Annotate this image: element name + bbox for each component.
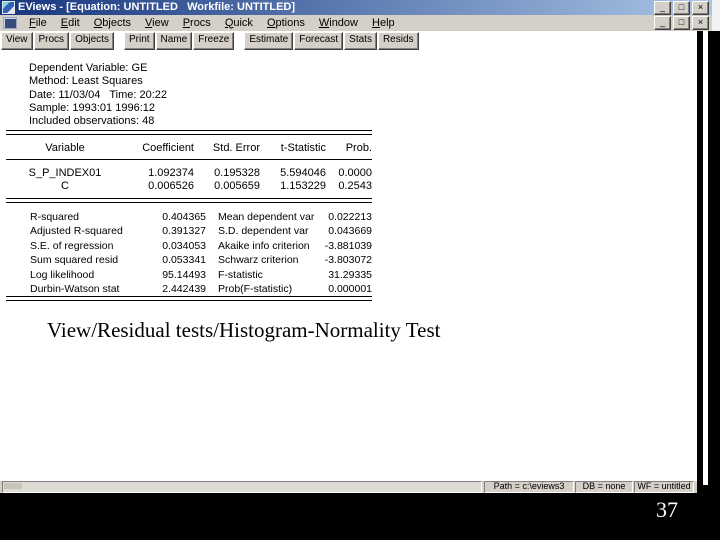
- stat-value: 2.442439: [162, 283, 206, 295]
- stat-value: -3.881039: [324, 240, 372, 252]
- table-rule: [6, 159, 372, 160]
- stat-value: 0.022213: [328, 211, 372, 223]
- menu-view[interactable]: View: [138, 16, 176, 31]
- close-icon[interactable]: ×: [692, 0, 709, 15]
- menu-options[interactable]: Options: [260, 16, 312, 31]
- table-rule: [6, 296, 372, 301]
- view-button[interactable]: View: [1, 32, 33, 50]
- page-number: 37: [656, 497, 678, 522]
- dependent-variable-line: Dependent Variable: GE: [29, 62, 148, 74]
- slide-bottom-band: [0, 493, 720, 540]
- stat-value: -3.803072: [324, 254, 372, 266]
- t-statistic-cell: 1.153229: [280, 180, 326, 192]
- coefficient-cell: 1.092374: [148, 167, 194, 179]
- equation-toolbar: View Procs Objects Print Name Freeze Est…: [0, 31, 697, 51]
- menu-window[interactable]: Window: [312, 16, 365, 31]
- stat-value: 0.391327: [162, 225, 206, 237]
- child-minimize-icon[interactable]: _: [654, 16, 671, 30]
- menu-objects[interactable]: Objects: [87, 16, 138, 31]
- procs-button[interactable]: Procs: [33, 32, 70, 50]
- stats-row: Durbin-Watson stat 2.442439 Prob(F-stati…: [6, 283, 372, 296]
- menu-procs[interactable]: Procs: [176, 16, 218, 31]
- std-error-cell: 0.195328: [214, 167, 260, 179]
- estimate-button[interactable]: Estimate: [244, 32, 294, 50]
- freeze-button[interactable]: Freeze: [193, 32, 235, 50]
- stats-row: Log likelihood 95.14493 F-statistic 31.2…: [6, 269, 372, 282]
- table-row: C 0.006526 0.005659 1.153229 0.2543: [6, 180, 372, 193]
- status-wf-panel: WF = untitled: [634, 481, 694, 493]
- child-restore-icon[interactable]: □: [673, 16, 690, 30]
- stat-value: 0.404365: [162, 211, 206, 223]
- column-header: Prob.: [345, 142, 372, 154]
- stat-value: 0.000001: [328, 283, 372, 295]
- slide: EViews - [Equation: UNTITLED Workfile: U…: [0, 0, 720, 540]
- restore-icon[interactable]: □: [673, 0, 690, 15]
- menu-help[interactable]: Help: [365, 16, 402, 31]
- coef-table-header: Variable Coefficient Std. Error t-Statis…: [6, 142, 372, 155]
- method-line: Method: Least Squares: [29, 75, 143, 87]
- table-rule: [6, 198, 372, 203]
- table-row: S_P_INDEX01 1.092374 0.195328 5.594046 0…: [6, 167, 372, 180]
- child-window-controls: _ □ ×: [654, 16, 712, 30]
- t-statistic-cell: 5.594046: [280, 167, 326, 179]
- child-window-icon[interactable]: [3, 17, 17, 29]
- menu-edit[interactable]: Edit: [54, 16, 87, 31]
- prob-cell: 0.0000: [338, 167, 372, 179]
- right-edge-artifact: [703, 31, 708, 485]
- menu-file[interactable]: File: [22, 16, 54, 31]
- prob-cell: 0.2543: [338, 180, 372, 192]
- stat-value: 0.034053: [162, 240, 206, 252]
- stat-value: 95.14493: [162, 269, 206, 281]
- command-area-chip: [4, 483, 22, 489]
- minimize-icon[interactable]: _: [654, 0, 671, 15]
- objects-button[interactable]: Objects: [70, 32, 114, 50]
- std-error-cell: 0.005659: [214, 180, 260, 192]
- command-input-area[interactable]: [2, 481, 482, 493]
- print-button[interactable]: Print: [123, 32, 155, 50]
- variable-cell: C: [61, 180, 69, 192]
- eviews-app-icon[interactable]: [2, 1, 15, 14]
- column-header: Std. Error: [212, 142, 260, 154]
- slide-caption: View/Residual tests/Histogram-Normality …: [47, 318, 441, 342]
- title-bar: EViews - [Equation: UNTITLED Workfile: U…: [0, 0, 712, 15]
- column-header: Variable: [45, 142, 85, 154]
- stat-value: 31.29335: [328, 269, 372, 281]
- observations-line: Included observations: 48: [29, 115, 155, 127]
- stats-row: Adjusted R-squared 0.391327 S.D. depende…: [6, 225, 372, 238]
- top-right-sliver: [712, 0, 720, 31]
- stats-button[interactable]: Stats: [344, 32, 377, 50]
- column-header: t-Statistic: [280, 142, 326, 154]
- status-path-panel: Path = c:\eviews3: [484, 481, 574, 493]
- right-black-strip: [697, 31, 720, 493]
- window-controls: _ □ ×: [654, 0, 712, 15]
- status-db-panel: DB = none: [575, 481, 633, 493]
- stat-value: 0.053341: [162, 254, 206, 266]
- menu-quick[interactable]: Quick: [218, 16, 260, 31]
- child-close-icon[interactable]: ×: [692, 16, 709, 30]
- date-time-line: Date: 11/03/04 Time: 20:22: [29, 89, 167, 101]
- variable-cell: S_P_INDEX01: [28, 167, 102, 179]
- window-title: EViews - [Equation: UNTITLED Workfile: U…: [18, 1, 296, 13]
- column-header: Coefficient: [142, 142, 194, 154]
- coefficient-cell: 0.006526: [148, 180, 194, 192]
- forecast-button[interactable]: Forecast: [294, 32, 344, 50]
- stats-row: Sum squared resid 0.053341 Schwarz crite…: [6, 254, 372, 267]
- table-rule: [6, 130, 372, 135]
- stats-row: R-squared 0.404365 Mean dependent var 0.…: [6, 211, 372, 224]
- stats-row: S.E. of regression 0.034053 Akaike info …: [6, 240, 372, 253]
- resids-button[interactable]: Resids: [377, 32, 419, 50]
- menu-bar: File Edit Objects View Procs Quick Optio…: [0, 15, 712, 31]
- stat-value: 0.043669: [328, 225, 372, 237]
- sample-line: Sample: 1993:01 1996:12: [29, 102, 155, 114]
- name-button[interactable]: Name: [155, 32, 193, 50]
